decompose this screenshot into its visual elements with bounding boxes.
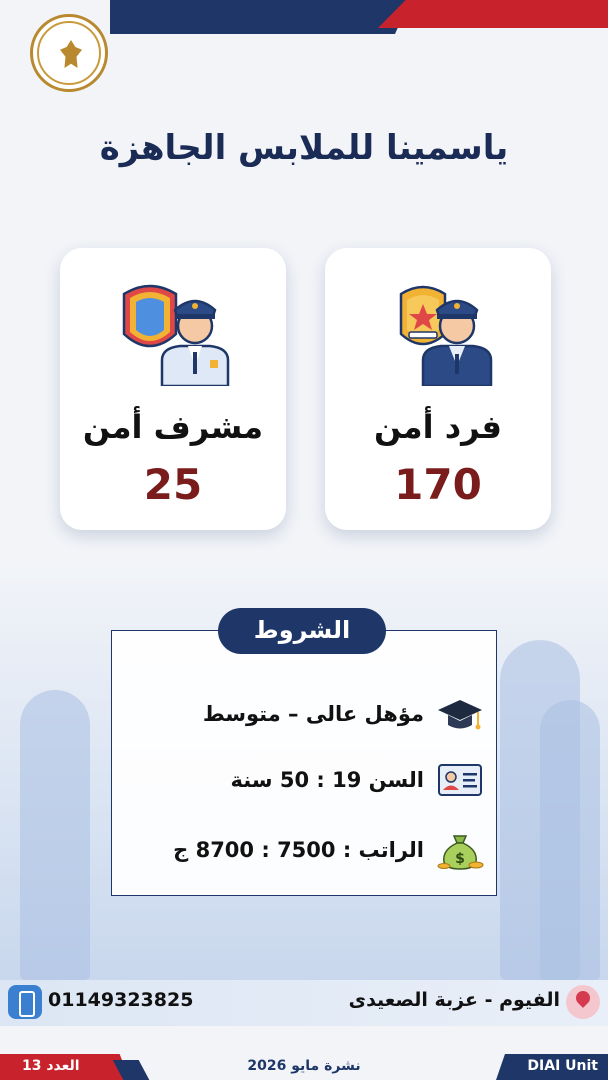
conditions-heading: الشروط [218, 608, 386, 654]
condition-salary: $ الراتب : 7500 : 8700 ج [173, 830, 484, 870]
phone-icon [8, 985, 42, 1019]
job-card-security-supervisor: مشرف أمن 25 [60, 248, 286, 530]
ministry-logo [30, 14, 108, 92]
condition-text: السن 19 : 50 سنة [230, 768, 424, 792]
job-title: مشرف أمن [82, 408, 264, 446]
footer: العدد 13 نشرة مايو 2026 DIAI Unit [0, 1050, 608, 1080]
condition-age: السن 19 : 50 سنة [231, 760, 484, 800]
job-count: 25 [143, 460, 203, 509]
job-title: فرد أمن [374, 408, 502, 446]
eagle-emblem-icon [60, 40, 82, 68]
job-count: 170 [394, 460, 482, 509]
id-card-icon [438, 764, 482, 796]
job-card-security-guard: فرد أمن 170 [325, 248, 551, 530]
bulletin-date: نشرة مايو 2026 [247, 1058, 361, 1074]
condition-qualification: مؤهل عالى – متوسط [203, 694, 484, 734]
graduation-cap-icon [438, 700, 482, 730]
location-pin-icon [566, 985, 600, 1019]
page-title: ياسمينا للملابس الجاهزة [99, 128, 509, 168]
phone-number[interactable]: 01149323825 [48, 989, 193, 1011]
money-bag-icon: $ [437, 835, 484, 870]
security-supervisor-shield-icon [122, 284, 230, 386]
condition-text: الراتب : 7500 : 8700 ج [173, 838, 424, 862]
svg-text:$: $ [455, 851, 465, 867]
condition-text: مؤهل عالى – متوسط [202, 702, 424, 726]
location-text: الفيوم - عزبة الصعيدى [348, 989, 560, 1011]
unit-name: DIAI Unit [527, 1058, 598, 1074]
security-guard-badge-icon [399, 285, 493, 386]
